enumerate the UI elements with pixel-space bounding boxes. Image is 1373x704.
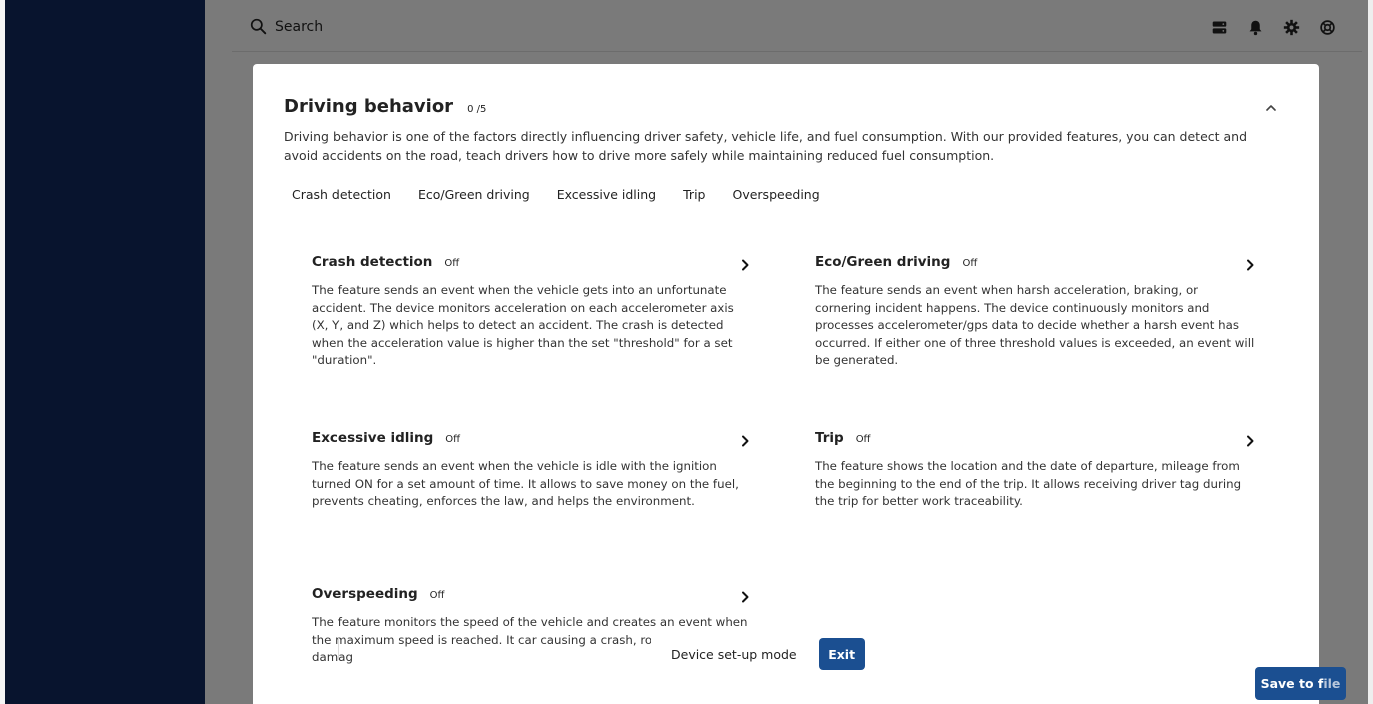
server-icon[interactable] xyxy=(1210,18,1228,36)
device-setup-label: Device set-up mode xyxy=(671,646,797,662)
chevron-right-icon[interactable] xyxy=(1243,258,1257,272)
card-status: Off xyxy=(429,590,445,601)
card-title: Crash detection xyxy=(312,254,433,270)
tab-eco-green-driving[interactable]: Eco/Green driving xyxy=(418,187,557,202)
card-status: Off xyxy=(444,258,460,269)
card-title: Excessive idling xyxy=(312,430,434,446)
card-title: Trip xyxy=(815,430,844,446)
gear-icon[interactable] xyxy=(1282,18,1300,36)
chevron-right-icon[interactable] xyxy=(738,258,752,272)
device-setup-bar: Device set-up mode Exit xyxy=(338,634,1319,674)
tab-excessive-idling[interactable]: Excessive idling xyxy=(557,187,683,202)
tab-crash-detection[interactable]: Crash detection xyxy=(292,187,418,202)
bell-icon[interactable] xyxy=(1246,18,1264,36)
card-description: The feature sends an event when the vehi… xyxy=(312,283,734,367)
card-status: Off xyxy=(855,434,871,445)
panel-title: Driving behavior xyxy=(284,96,454,117)
card-status: Off xyxy=(962,258,978,269)
card-status: Off xyxy=(445,434,461,445)
card-title: Overspeeding xyxy=(312,586,418,602)
top-icons xyxy=(1210,18,1336,36)
panel-description: Driving behavior is one of the factors d… xyxy=(284,129,1248,163)
search-box[interactable]: Search xyxy=(250,18,323,35)
topbar-divider xyxy=(232,51,1362,52)
tab-overspeeding[interactable]: Overspeeding xyxy=(732,187,846,202)
window-edge-right xyxy=(1368,0,1373,704)
top-bar: Search xyxy=(205,5,1368,49)
card-description: The feature sends an event when harsh ac… xyxy=(815,283,1255,367)
sidebar xyxy=(5,0,205,704)
feature-card-eco-green-driving[interactable]: Eco/Green driving Off The feature sends … xyxy=(815,254,1257,370)
search-label: Search xyxy=(275,18,324,35)
card-description: The feature sends an event when the vehi… xyxy=(312,459,739,508)
feature-tabs: Crash detection Eco/Green driving Excess… xyxy=(292,187,847,202)
feature-card-crash-detection[interactable]: Crash detection Off The feature sends an… xyxy=(312,254,752,370)
save-to-file-button[interactable]: Save to f ile xyxy=(1255,667,1346,700)
device-setup-box: Device set-up mode Exit xyxy=(651,634,873,674)
card-title: Eco/Green driving xyxy=(815,254,951,270)
feature-card-trip[interactable]: Trip Off The feature shows the location … xyxy=(815,430,1257,511)
help-lifebuoy-icon[interactable] xyxy=(1318,18,1336,36)
panel-header: Driving behavior 0 /5 xyxy=(284,96,486,117)
search-icon xyxy=(250,18,267,35)
tab-trip[interactable]: Trip xyxy=(683,187,732,202)
setup-bar-edge-left xyxy=(338,638,339,660)
save-label-faded: ile xyxy=(1323,676,1341,691)
main-area: Search Driving behavior 0 /5 Driving beh… xyxy=(205,0,1373,704)
chevron-right-icon[interactable] xyxy=(1243,434,1257,448)
feature-count: 0 /5 xyxy=(467,104,487,115)
feature-card-excessive-idling[interactable]: Excessive idling Off The feature sends a… xyxy=(312,430,752,511)
chevron-right-icon[interactable] xyxy=(738,434,752,448)
chevron-up-icon[interactable] xyxy=(1263,100,1279,116)
driving-behavior-panel: Driving behavior 0 /5 Driving behavior i… xyxy=(253,64,1319,704)
card-description: The feature shows the location and the d… xyxy=(815,459,1242,508)
chevron-right-icon[interactable] xyxy=(738,590,752,604)
exit-button[interactable]: Exit xyxy=(818,638,865,670)
save-label-visible: Save to f xyxy=(1260,676,1324,691)
